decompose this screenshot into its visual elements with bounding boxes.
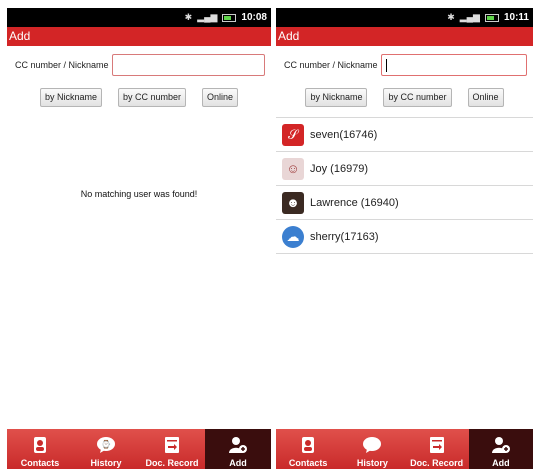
battery-icon bbox=[484, 13, 499, 22]
tab-doc-record[interactable]: Doc. Record bbox=[405, 429, 469, 469]
online-button[interactable]: Online bbox=[202, 88, 239, 107]
add-user-icon bbox=[491, 436, 511, 454]
signal-icon: ▂▄▆ bbox=[197, 12, 218, 22]
user-name: sherry(17163) bbox=[310, 230, 379, 243]
status-bar: ✱ ▂▄▆ 10:08 bbox=[7, 8, 271, 27]
list-item[interactable]: ☻ Lawrence (16940) bbox=[276, 186, 533, 220]
search-label: CC number / Nickname bbox=[15, 60, 109, 70]
tab-label: Add bbox=[492, 458, 510, 468]
list-item[interactable]: 𝒮 seven(16746) bbox=[276, 118, 533, 152]
history-icon bbox=[362, 436, 382, 454]
list-item[interactable]: ☁ sherry(17163) bbox=[276, 220, 533, 254]
tab-label: Add bbox=[229, 458, 247, 468]
tab-label: Doc. Record bbox=[145, 458, 199, 468]
tab-history[interactable]: ⌚ History bbox=[73, 429, 139, 469]
by-cc-number-button[interactable]: by CC number bbox=[117, 88, 187, 107]
tab-add[interactable]: Add bbox=[205, 429, 271, 469]
page-title: Add bbox=[7, 27, 271, 46]
bluetooth-icon: ✱ bbox=[447, 12, 455, 22]
signal-icon: ▂▄▆ bbox=[459, 12, 480, 22]
search-row: CC number / Nickname bbox=[7, 46, 271, 80]
user-name: seven(16746) bbox=[310, 128, 378, 141]
tab-doc-record[interactable]: Doc. Record bbox=[139, 429, 205, 469]
avatar: 𝒮 bbox=[282, 123, 304, 146]
by-cc-number-button[interactable]: by CC number bbox=[383, 88, 452, 107]
tab-history[interactable]: History bbox=[340, 429, 404, 469]
left-screen: ✱ ▂▄▆ 10:08 Add CC number / Nickname by … bbox=[7, 8, 271, 469]
contacts-icon bbox=[298, 436, 318, 454]
results-list: 𝒮 seven(16746) ☺ Joy (16979) ☻ Lawrence … bbox=[276, 117, 533, 254]
by-nickname-button[interactable]: by Nickname bbox=[305, 88, 368, 107]
user-name: Lawrence (16940) bbox=[310, 196, 399, 209]
empty-message: No matching user was found! bbox=[80, 189, 198, 199]
tab-label: Contacts bbox=[20, 458, 60, 468]
user-name: Joy (16979) bbox=[310, 162, 369, 175]
tab-label: History bbox=[90, 458, 122, 468]
status-bar: ✱ ▂▄▆ 10:11 bbox=[276, 8, 533, 27]
bluetooth-icon: ✱ bbox=[184, 12, 193, 22]
battery-icon bbox=[222, 13, 237, 22]
avatar: ☻ bbox=[282, 191, 304, 214]
svg-text:⌚: ⌚ bbox=[101, 439, 111, 449]
doc-record-icon bbox=[162, 436, 182, 454]
tab-label: Contacts bbox=[288, 458, 328, 468]
search-input[interactable] bbox=[111, 54, 265, 76]
tab-bar: Contacts ⌚ History Doc. Record Add bbox=[7, 429, 271, 469]
search-label: CC number / Nickname bbox=[284, 60, 378, 70]
search-input[interactable] bbox=[380, 54, 527, 76]
search-row: CC number / Nickname bbox=[276, 46, 533, 80]
history-icon: ⌚ bbox=[96, 436, 116, 454]
tab-contacts[interactable]: Contacts bbox=[7, 429, 73, 469]
right-screen: ✱ ▂▄▆ 10:11 Add CC number / Nickname by … bbox=[276, 8, 533, 469]
tab-add[interactable]: Add bbox=[468, 429, 533, 469]
status-time: 10:08 bbox=[241, 12, 267, 23]
add-user-icon bbox=[228, 436, 248, 454]
tab-label: Doc. Record bbox=[410, 458, 464, 468]
list-item[interactable]: ☺ Joy (16979) bbox=[276, 152, 533, 186]
search-buttons: by Nickname by CC number Online bbox=[276, 80, 533, 113]
avatar: ☺ bbox=[282, 157, 304, 180]
tab-contacts[interactable]: Contacts bbox=[276, 429, 340, 469]
tab-label: History bbox=[356, 458, 388, 468]
contacts-icon bbox=[30, 436, 50, 454]
status-time: 10:11 bbox=[503, 12, 529, 23]
search-buttons: by Nickname by CC number Online bbox=[7, 80, 271, 113]
avatar: ☁ bbox=[282, 225, 304, 248]
page-title: Add bbox=[276, 27, 533, 46]
by-nickname-button[interactable]: by Nickname bbox=[39, 88, 102, 107]
doc-record-icon bbox=[427, 436, 447, 454]
tab-bar: Contacts History Doc. Record Add bbox=[276, 429, 533, 469]
online-button[interactable]: Online bbox=[467, 88, 504, 107]
